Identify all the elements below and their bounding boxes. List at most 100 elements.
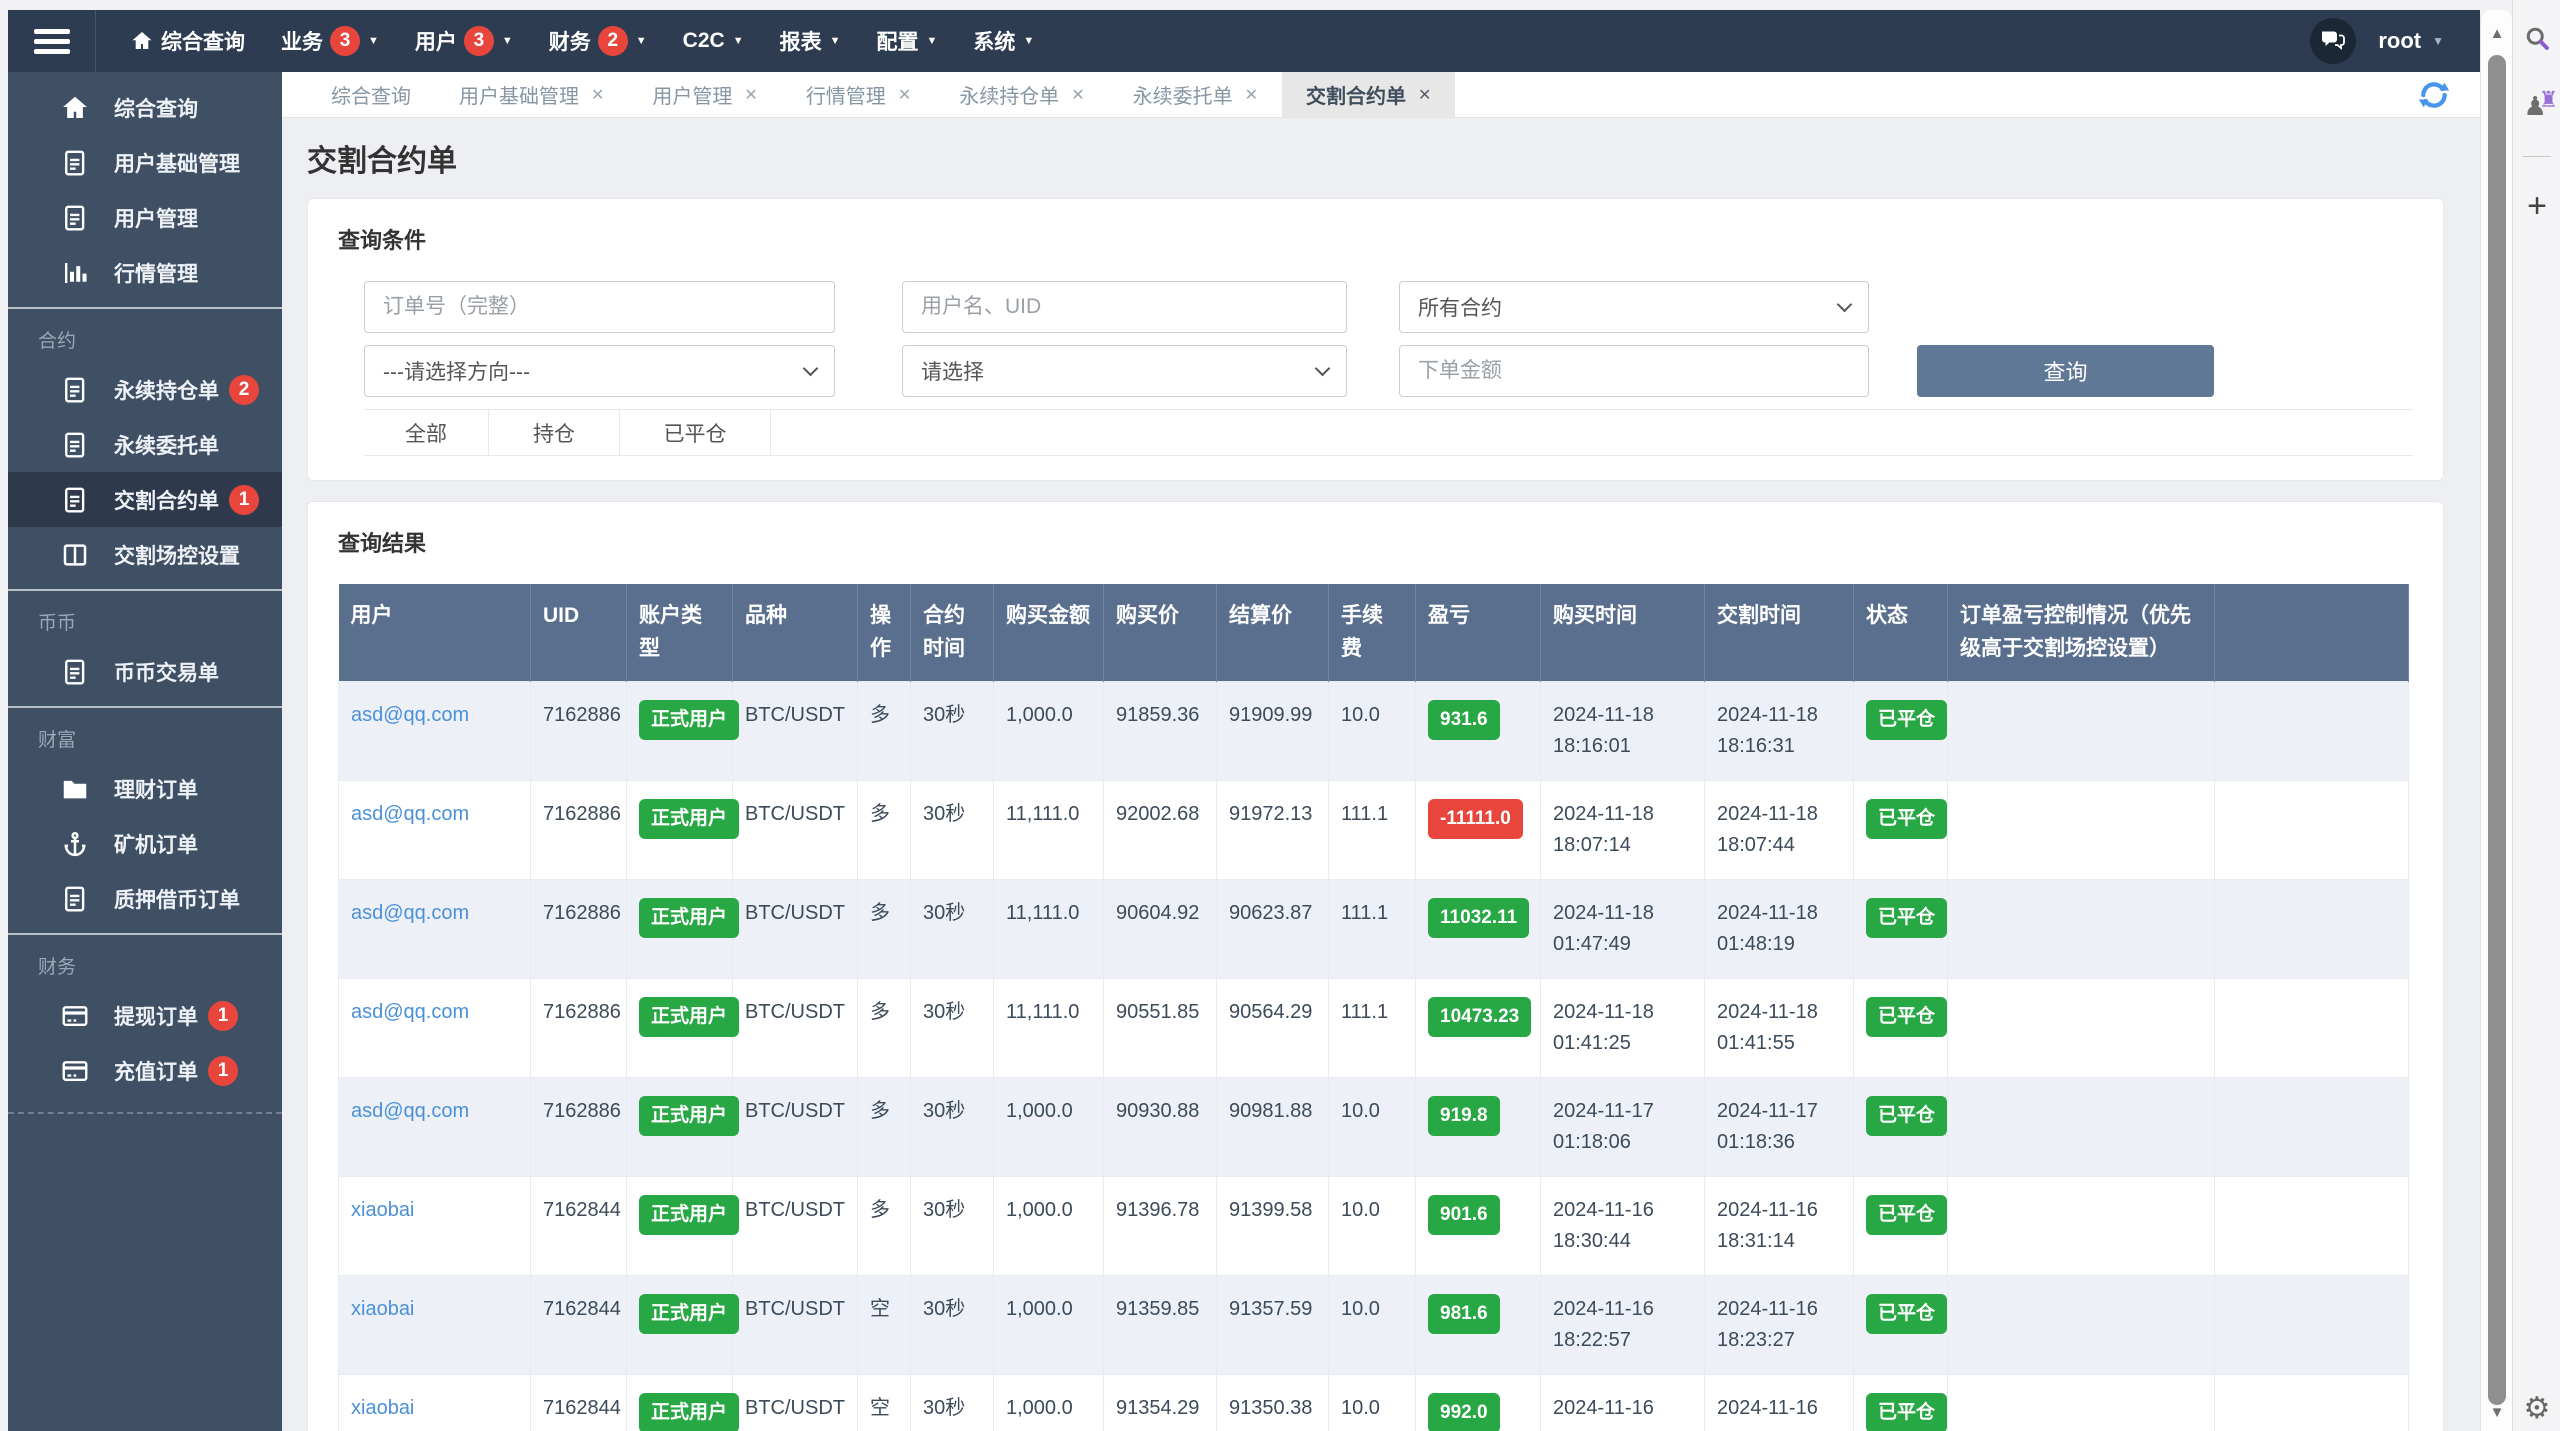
- browser-extension-chess-icon[interactable]: ♟ ♜: [2513, 84, 2560, 128]
- cell-user: xiaobai: [338, 1374, 531, 1431]
- browser-add-icon[interactable]: +: [2513, 186, 2560, 226]
- close-tab-icon[interactable]: ✕: [898, 85, 911, 105]
- user-link[interactable]: asd@qq.com: [351, 1100, 469, 1122]
- tab-label: 用户基础管理: [459, 86, 579, 108]
- sidebar-item-2-2[interactable]: 永续委托单: [8, 417, 282, 472]
- cell-symbol: BTC/USDT: [732, 879, 858, 980]
- user-link[interactable]: xiaobai: [351, 1199, 414, 1221]
- sidebar-item-3-1[interactable]: 币币交易单: [8, 644, 282, 699]
- home-icon: [60, 93, 90, 123]
- topnav-item-4[interactable]: 财务 2 ▼: [549, 26, 647, 56]
- buy-clock: 18:20:16: [1553, 1424, 1692, 1431]
- tab-2[interactable]: 用户基础管理 ✕: [435, 72, 628, 117]
- status-select[interactable]: 请选择: [902, 345, 1347, 397]
- cell-pnl: 10473.23: [1415, 978, 1541, 1079]
- user-link[interactable]: asd@qq.com: [351, 803, 469, 825]
- tab-4[interactable]: 行情管理 ✕: [782, 72, 935, 117]
- cell-buy-time: 2024-11-17 01:18:06: [1540, 1077, 1705, 1178]
- browser-search-icon[interactable]: [2513, 18, 2560, 58]
- topnav-item-label: C2C: [682, 29, 725, 52]
- contract-select[interactable]: 所有合约: [1399, 281, 1869, 333]
- topnav-item-1[interactable]: 综合查询: [130, 26, 245, 56]
- account-type-badge: 正式用户: [639, 1393, 740, 1431]
- tab-label: 综合查询: [331, 86, 411, 108]
- chat-button[interactable]: [2310, 18, 2357, 64]
- sidebar-item-2-3[interactable]: 交割合约单 1: [8, 472, 282, 527]
- sidebar-item-label: 行情管理: [114, 262, 198, 286]
- close-tab-icon[interactable]: ✕: [1245, 85, 1258, 105]
- hamburger-menu-icon[interactable]: [8, 10, 96, 72]
- buy-date: 2024-11-16: [1553, 1298, 1654, 1321]
- cell-symbol: BTC/USDT: [732, 1275, 858, 1376]
- user-link[interactable]: asd@qq.com: [351, 704, 469, 726]
- tab-label: 用户管理: [652, 86, 733, 108]
- sidebar-item-1-2[interactable]: 用户基础管理: [8, 135, 282, 190]
- close-tab-icon[interactable]: ✕: [591, 85, 604, 105]
- filter-tab-3[interactable]: 已平仓: [620, 410, 771, 455]
- close-tab-icon[interactable]: ✕: [1071, 85, 1084, 105]
- direction-select[interactable]: ---请选择方向---: [364, 345, 835, 397]
- settings-gear-icon[interactable]: ⚙: [2513, 1388, 2560, 1428]
- tab-1[interactable]: 综合查询: [307, 72, 435, 117]
- sidebar-item-4-2[interactable]: 矿机订单: [8, 816, 282, 871]
- close-tab-icon[interactable]: ✕: [1418, 85, 1431, 105]
- sidebar-item-2-4[interactable]: 交割场控设置: [8, 527, 282, 582]
- user-link[interactable]: asd@qq.com: [351, 902, 469, 924]
- cell-settle-time: 2024-11-18 01:48:19: [1704, 879, 1854, 980]
- cell-status: 已平仓: [1853, 1374, 1948, 1431]
- settle-clock: 18:16:31: [1717, 735, 1795, 758]
- sidebar-item-1-3[interactable]: 用户管理: [8, 190, 282, 245]
- sidebar-item-2-1[interactable]: 永续持仓单 2: [8, 362, 282, 417]
- sidebar-item-label: 用户管理: [114, 207, 198, 231]
- cell-pnl-control: [1947, 879, 2215, 980]
- cell-status: 已平仓: [1853, 1275, 1948, 1376]
- sidebar-item-1-1[interactable]: 综合查询: [8, 80, 282, 135]
- page-scrollbar[interactable]: ▲ ▼: [2480, 10, 2512, 1431]
- filter-tab-1[interactable]: 全部: [364, 410, 489, 455]
- sidebar-item-5-2[interactable]: 充值订单 1: [8, 1043, 282, 1098]
- tab-7[interactable]: 交割合约单 ✕: [1282, 72, 1456, 117]
- username-uid-input[interactable]: [902, 281, 1347, 333]
- card-icon: [60, 1001, 90, 1031]
- main-area: 综合查询 用户基础管理 ✕ 用户管理 ✕ 行情管理 ✕ 永续持仓单 ✕ 永续委托单 ✕ 交割合约单 ✕ …: [282, 72, 2480, 1431]
- buy-clock: 18:07:14: [1553, 834, 1631, 857]
- topnav-item-5[interactable]: C2C ▼: [683, 29, 744, 53]
- user-menu[interactable]: root ▼: [2378, 28, 2444, 54]
- buy-date: 2024-11-18: [1553, 803, 1654, 826]
- order-amount-input[interactable]: [1399, 345, 1869, 397]
- topnav-item-2[interactable]: 业务 3 ▼: [281, 26, 379, 56]
- chat-bubbles-icon: [2320, 26, 2346, 57]
- tab-label: 交割合约单: [1306, 86, 1407, 108]
- sidebar-item-1-4[interactable]: 行情管理: [8, 245, 282, 300]
- tab-6[interactable]: 永续委托单 ✕: [1109, 72, 1282, 117]
- sidebar-item-4-3[interactable]: 质押借币订单: [8, 871, 282, 926]
- sidebar-item-label: 质押借币订单: [114, 888, 240, 912]
- user-link[interactable]: xiaobai: [351, 1298, 414, 1320]
- order-number-input[interactable]: [364, 281, 835, 333]
- settle-clock: 01:18:36: [1717, 1131, 1795, 1154]
- scroll-up-button[interactable]: ▲: [2481, 18, 2513, 48]
- column-header-16: [2214, 584, 2409, 682]
- refresh-button[interactable]: [2418, 79, 2450, 111]
- sidebar-item-4-1[interactable]: 理财订单: [8, 761, 282, 816]
- close-tab-icon[interactable]: ✕: [744, 85, 757, 105]
- filter-tab-2[interactable]: 持仓: [489, 410, 620, 455]
- cell-amount: 1,000.0: [993, 1374, 1104, 1431]
- topnav-item-6[interactable]: 报表 ▼: [780, 26, 841, 56]
- cell-pnl-control: [1947, 1176, 2215, 1277]
- sidebar-item-label: 理财订单: [114, 778, 198, 802]
- user-link[interactable]: xiaobai: [351, 1397, 414, 1419]
- cell-account-type: 正式用户: [626, 1176, 740, 1277]
- sidebar-item-5-1[interactable]: 提现订单 1: [8, 988, 282, 1043]
- topnav-item-3[interactable]: 用户 3 ▼: [415, 26, 513, 56]
- scrollbar-thumb[interactable]: [2488, 55, 2506, 1405]
- user-link[interactable]: asd@qq.com: [351, 1001, 469, 1023]
- topnav-item-8[interactable]: 系统 ▼: [973, 26, 1034, 56]
- cell-period: 30秒: [910, 879, 994, 980]
- chevron-down-icon: ▼: [829, 35, 841, 47]
- tab-3[interactable]: 用户管理 ✕: [628, 72, 781, 117]
- tab-5[interactable]: 永续持仓单 ✕: [935, 72, 1108, 117]
- scroll-down-button[interactable]: ▼: [2481, 1397, 2513, 1427]
- topnav-item-7[interactable]: 配置 ▼: [876, 26, 937, 56]
- search-button[interactable]: 查询: [1917, 345, 2214, 397]
